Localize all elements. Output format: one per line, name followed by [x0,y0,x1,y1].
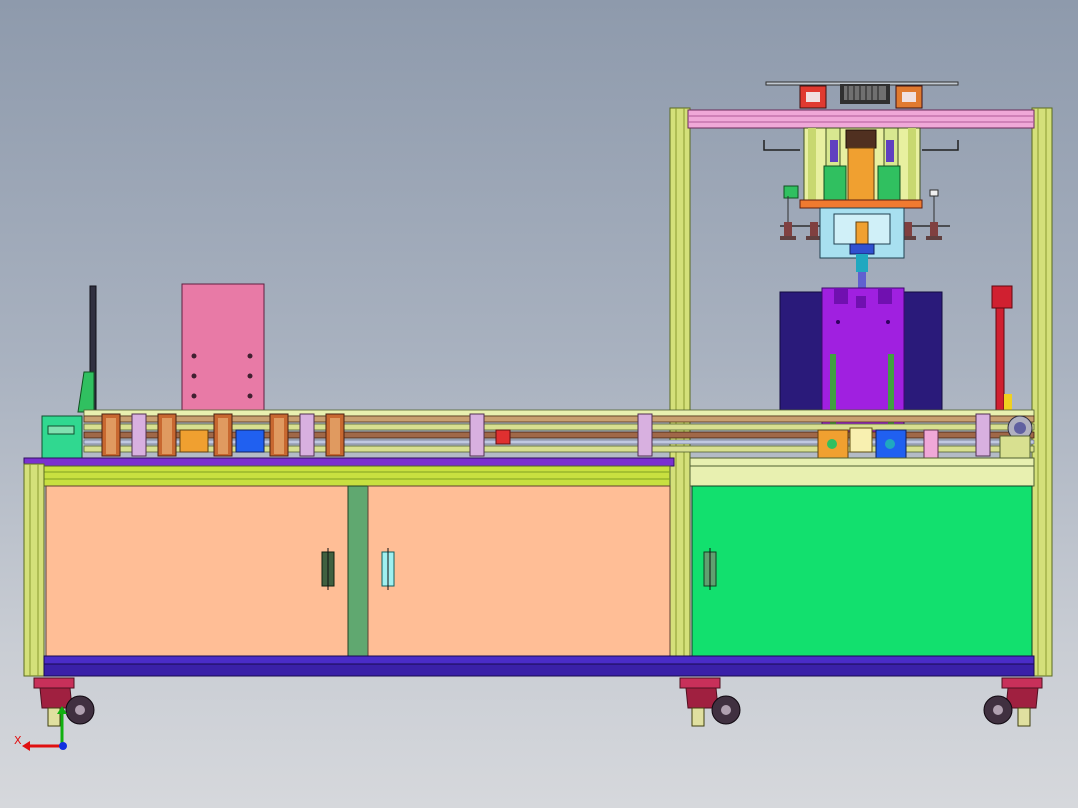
cabinet-door-right[interactable] [691,485,1033,657]
caster-left [33,677,95,727]
door-handle[interactable] [703,548,717,590]
axis-triad: X [14,706,67,751]
pink-panel [181,283,265,413]
cabinet [23,463,45,677]
cad-viewport[interactable]: X [0,0,1078,808]
table-top [23,457,1035,487]
red-side-bracket [991,285,1013,413]
vertical-slide-assembly [763,127,959,290]
top-drive-assembly [765,81,959,109]
door-handle[interactable] [321,548,335,590]
base-rail [43,655,1035,677]
caster-right [983,677,1043,727]
conveyor [83,409,1035,459]
caster-middle [679,677,741,727]
cabinet-door-left-a[interactable] [45,485,349,657]
door-handle[interactable] [381,548,395,590]
axis-x-label: X [14,734,22,747]
cabinet-door-left-b[interactable] [367,485,671,657]
center-post [347,485,369,657]
